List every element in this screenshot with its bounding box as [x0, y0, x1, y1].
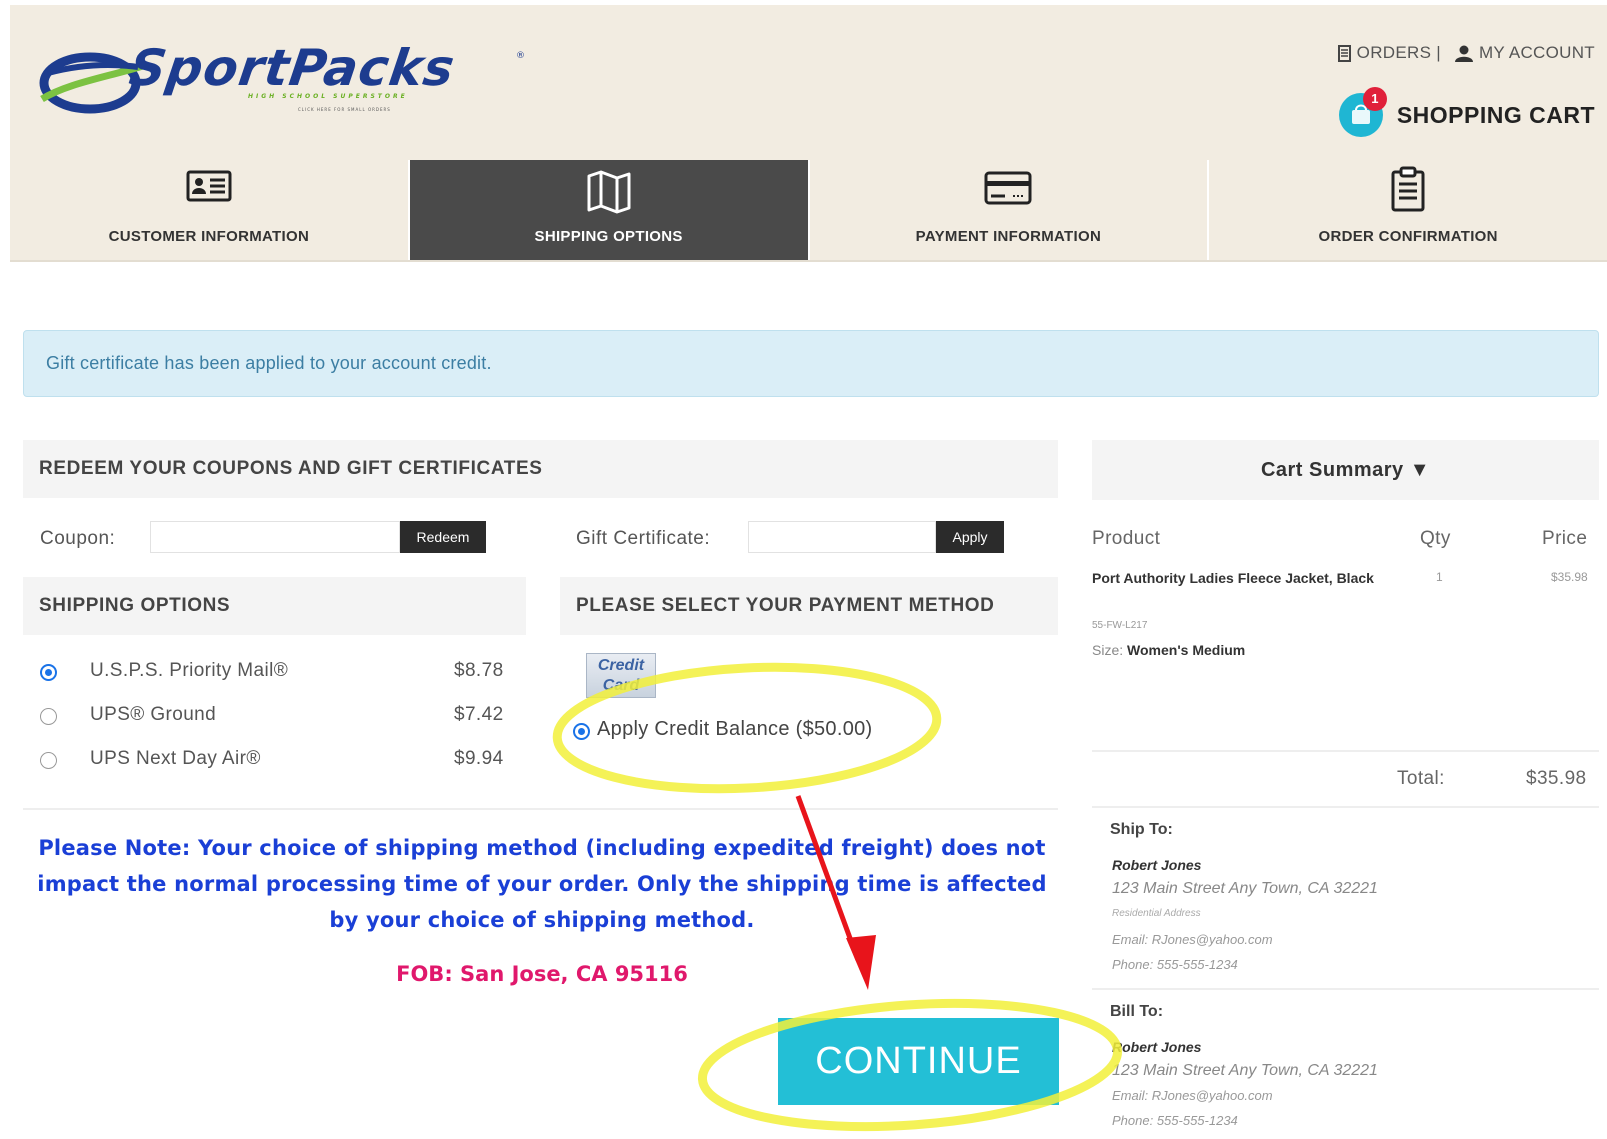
fob-location: FOB: San Jose, CA 95116 — [396, 962, 688, 986]
ship-to-heading: Ship To: — [1110, 821, 1173, 838]
ship-to-phone: Phone: 555-555-1234 — [1112, 957, 1238, 972]
top-links: ORDERS | MY ACCOUNT — [1337, 43, 1595, 63]
shopping-cart-label: SHOPPING CART — [1396, 101, 1595, 128]
bill-to-address: 123 Main Street Any Town, CA 32221 — [1112, 1062, 1378, 1079]
redeem-heading: REDEEM YOUR COUPONS AND GIFT CERTIFICATE… — [23, 440, 1058, 498]
coupon-label: Coupon: — [40, 528, 116, 549]
section-divider — [23, 808, 1058, 810]
shipping-option-usps-priority[interactable]: U.S.P.S. Priority Mail® $8.78 — [40, 658, 510, 688]
ship-to-address: 123 Main Street Any Town, CA 32221 — [1112, 880, 1378, 897]
step-shipping-options[interactable]: SHIPPING OPTIONS — [409, 160, 810, 260]
shipping-options-heading: SHIPPING OPTIONS — [23, 577, 526, 635]
cart-summary-toggle[interactable]: Cart Summary ▼ — [1092, 440, 1599, 500]
sportpacks-logo[interactable]: SportPacks ® HIGH SCHOOL SUPERSTORE CLIC… — [38, 39, 538, 133]
step-label: CUSTOMER INFORMATION — [108, 228, 310, 245]
cart-product-price: $35.98 — [1551, 570, 1588, 584]
shipping-option-ups-ground[interactable]: UPS® Ground $7.42 — [40, 702, 510, 732]
shipping-option-name: UPS Next Day Air® — [90, 748, 261, 769]
coupon-input[interactable] — [150, 521, 400, 553]
shipping-option-ups-next-day[interactable]: UPS Next Day Air® $9.94 — [40, 746, 510, 776]
bill-to-phone: Phone: 555-555-1234 — [1112, 1113, 1238, 1128]
apply-button[interactable]: Apply — [936, 521, 1004, 553]
user-icon — [1454, 45, 1473, 62]
ship-to-name: Robert Jones — [1112, 857, 1202, 873]
orders-link-label: ORDERS | — [1356, 43, 1441, 62]
credit-card-option[interactable]: Credit Card — [586, 653, 656, 698]
shipping-option-price: $9.94 — [454, 748, 504, 769]
ship-to-email: Email: RJones@yahoo.com — [1112, 932, 1273, 947]
shipping-option-price: $8.78 — [454, 660, 504, 681]
logo-subtext: CLICK HERE FOR SMALL ORDERS — [298, 107, 391, 112]
step-payment-information[interactable]: PAYMENT INFORMATION — [810, 160, 1210, 260]
cart-product-sku: 55-FW-L217 — [1092, 620, 1148, 631]
step-label: SHIPPING OPTIONS — [534, 228, 683, 245]
map-icon — [587, 170, 631, 214]
logo-registered-mark: ® — [516, 51, 525, 61]
my-account-label: MY ACCOUNT — [1478, 43, 1595, 62]
my-account-link[interactable]: MY ACCOUNT — [1454, 43, 1595, 63]
credit-balance-radio[interactable] — [573, 723, 590, 740]
cart-total-value: $35.98 — [1526, 768, 1587, 789]
step-label: PAYMENT INFORMATION — [915, 228, 1102, 245]
shipping-option-name: U.S.P.S. Priority Mail® — [90, 660, 289, 681]
cart-divider — [1092, 806, 1599, 808]
redeem-button[interactable]: Redeem — [400, 521, 486, 553]
cart-total-label: Total: — [1397, 768, 1445, 789]
shipping-option-price: $7.42 — [454, 704, 504, 725]
shopping-cart-link[interactable]: 1 SHOPPING CART — [1338, 87, 1595, 137]
logo-wordmark: SportPacks — [125, 39, 459, 97]
continue-button[interactable]: CONTINUE — [778, 1018, 1059, 1105]
credit-card-line1: Credit — [597, 657, 645, 674]
ship-to-address-type: Residential Address — [1112, 908, 1201, 919]
gift-certificate-alert: Gift certificate has been applied to you… — [23, 330, 1599, 397]
cart-product-qty: 1 — [1436, 570, 1443, 584]
credit-card-line2: Card — [602, 677, 640, 694]
cart-product-size: Size: Women's Medium — [1092, 642, 1245, 658]
step-customer-information[interactable]: CUSTOMER INFORMATION — [10, 160, 410, 260]
shopping-bag-icon: 1 — [1338, 87, 1387, 137]
shipping-radio[interactable] — [40, 752, 57, 769]
gift-certificate-label: Gift Certificate: — [576, 528, 711, 549]
credit-card-icon — [984, 171, 1032, 205]
bill-to-email: Email: RJones@yahoo.com — [1112, 1088, 1273, 1103]
cart-col-product: Product — [1092, 528, 1161, 549]
size-label: Size: — [1092, 642, 1124, 658]
cart-count-badge: 1 — [1362, 87, 1387, 111]
step-order-confirmation[interactable]: ORDER CONFIRMATION — [1209, 160, 1607, 260]
cart-product-name[interactable]: Port Authority Ladies Fleece Jacket, Bla… — [1092, 565, 1392, 591]
bill-to-heading: Bill To: — [1110, 1003, 1164, 1020]
shipping-radio[interactable] — [40, 708, 57, 725]
size-value: Women's Medium — [1127, 642, 1246, 658]
payment-method-heading: PLEASE SELECT YOUR PAYMENT METHOD — [560, 577, 1058, 635]
gift-certificate-input[interactable] — [748, 521, 936, 553]
step-label: ORDER CONFIRMATION — [1318, 228, 1498, 245]
receipt-icon — [1337, 44, 1351, 62]
clipboard-icon — [1391, 166, 1425, 212]
cart-divider — [1092, 750, 1599, 752]
shipping-note: Please Note: Your choice of shipping met… — [37, 836, 1047, 932]
site-header: SportPacks ® HIGH SCHOOL SUPERSTORE CLIC… — [10, 5, 1607, 160]
cart-col-price: Price — [1542, 528, 1588, 549]
checkout-steps: CUSTOMER INFORMATION SHIPPING OPTIONS PA… — [10, 160, 1607, 262]
address-divider — [1092, 988, 1599, 990]
id-card-icon — [186, 170, 232, 202]
credit-balance-label: Apply Credit Balance ($50.00) — [597, 718, 873, 740]
shipping-option-name: UPS® Ground — [90, 704, 217, 725]
logo-tagline: HIGH SCHOOL SUPERSTORE — [248, 93, 408, 100]
shipping-radio[interactable] — [40, 664, 57, 681]
bill-to-name: Robert Jones — [1112, 1039, 1202, 1055]
cart-col-qty: Qty — [1420, 528, 1451, 549]
orders-link[interactable]: ORDERS | — [1337, 43, 1441, 63]
